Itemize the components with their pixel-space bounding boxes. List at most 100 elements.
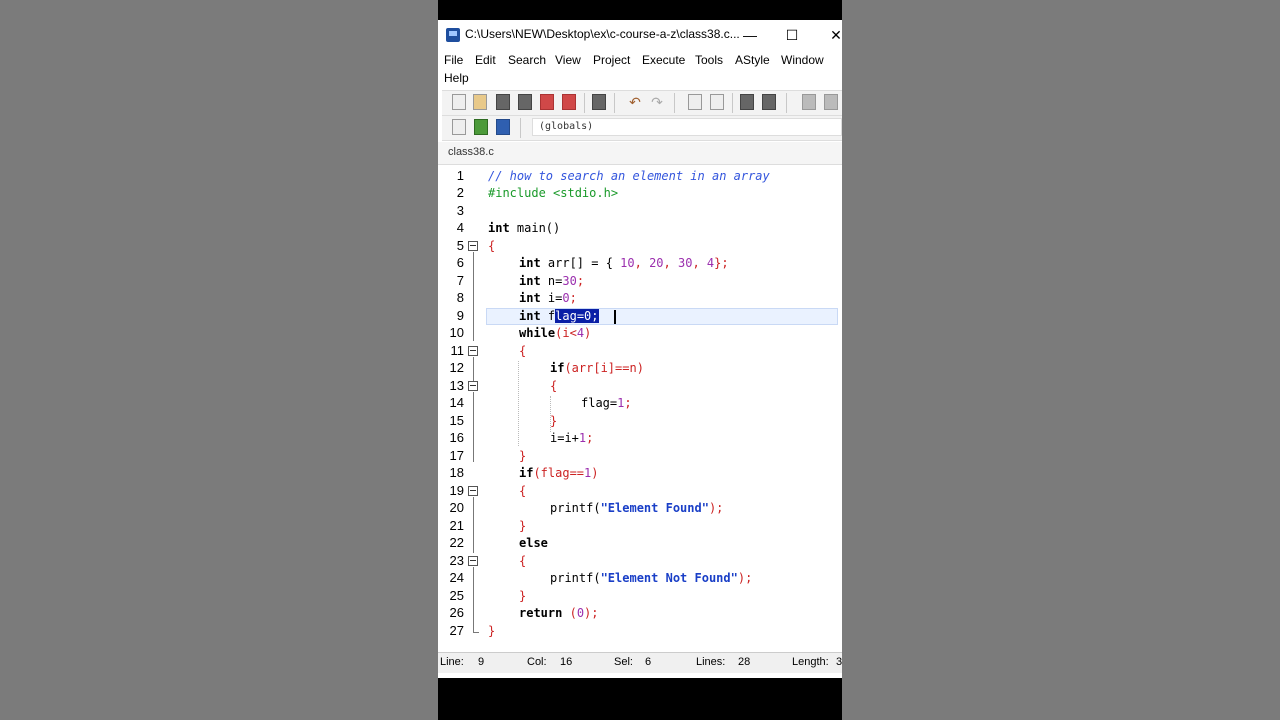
code-line-22: else <box>519 535 548 552</box>
unindent-icon[interactable] <box>762 94 776 110</box>
line-number: 10 <box>449 325 464 340</box>
line-number: 6 <box>456 255 464 270</box>
line-number: 15 <box>449 413 464 428</box>
close-file-icon[interactable] <box>540 94 554 110</box>
code-symbol: (i< <box>555 326 577 340</box>
fold-toggle-icon[interactable] <box>468 346 478 356</box>
close-all-icon[interactable] <box>562 94 576 110</box>
code-text: printf( <box>550 571 601 585</box>
code-symbol: , <box>663 256 678 270</box>
new-file-icon[interactable] <box>452 94 466 110</box>
code-editor[interactable]: 1 2 3 4 5 6 7 8 9 10 11 12 13 14 15 16 1… <box>438 166 842 646</box>
indent-guide <box>518 361 519 446</box>
code-preprocessor: #include <stdio.h> <box>488 186 619 200</box>
fold-toggle-icon[interactable] <box>468 556 478 566</box>
code-symbol: ( <box>562 606 577 620</box>
replace-icon[interactable] <box>710 94 724 110</box>
line-number: 27 <box>449 623 464 638</box>
indent-icon[interactable] <box>740 94 754 110</box>
save-icon[interactable] <box>496 94 510 110</box>
fold-line <box>473 422 474 462</box>
menu-astyle[interactable]: AStyle <box>735 53 770 67</box>
code-symbol: ); <box>708 501 724 515</box>
code-symbol: , <box>692 256 707 270</box>
menu-help[interactable]: Help <box>444 71 469 85</box>
fold-line <box>473 252 474 341</box>
compile-run-icon[interactable] <box>474 119 488 135</box>
fold-line <box>473 497 474 553</box>
code-brace: { <box>519 344 527 358</box>
code-number: 0 <box>576 606 585 620</box>
ide-window: C:\Users\NEW\Desktop\ex\c-course-a-z\cla… <box>438 20 842 678</box>
code-symbol: ); <box>737 571 753 585</box>
menu-file[interactable]: File <box>444 53 463 67</box>
code-brace: } <box>550 414 558 428</box>
menu-window[interactable]: Window <box>781 53 824 67</box>
save-all-icon[interactable] <box>518 94 532 110</box>
code-keyword: int <box>488 221 510 235</box>
menu-execute[interactable]: Execute <box>642 53 685 67</box>
line-number: 26 <box>449 605 464 620</box>
project-icon[interactable] <box>452 119 466 135</box>
close-button[interactable]: ✕ <box>824 24 842 46</box>
tab-class38[interactable]: class38.c <box>448 146 494 158</box>
code-keyword: int <box>519 274 541 288</box>
fold-toggle-icon[interactable] <box>468 381 478 391</box>
status-col-label: Col: <box>527 656 547 668</box>
line-number: 18 <box>449 465 464 480</box>
code-line-10: while(i<4) <box>519 325 591 342</box>
menu-search[interactable]: Search <box>508 53 546 67</box>
line-number: 4 <box>456 220 464 235</box>
fold-toggle-icon[interactable] <box>468 486 478 496</box>
line-number: 5 <box>456 238 464 253</box>
undo-icon[interactable]: ↶ <box>626 94 644 110</box>
redo-icon[interactable]: ↷ <box>648 94 666 110</box>
fold-line <box>473 392 474 422</box>
fold-toggle-icon[interactable] <box>468 241 478 251</box>
code-line-24: printf("Element Not Found"); <box>550 570 752 587</box>
line-number: 23 <box>449 553 464 568</box>
menu-edit[interactable]: Edit <box>475 53 496 67</box>
code-line-11: { <box>519 343 526 360</box>
line-number: 8 <box>456 290 464 305</box>
text-cursor-icon <box>614 310 616 324</box>
line-number: 12 <box>449 360 464 375</box>
toolbar-separator <box>614 93 615 113</box>
line-number: 7 <box>456 273 464 288</box>
find-icon[interactable] <box>688 94 702 110</box>
code-line-8: int i=0; <box>519 290 577 307</box>
back-icon[interactable] <box>802 94 816 110</box>
code-line-1: // how to search an element in an array <box>488 168 770 185</box>
scope-dropdown[interactable]: (globals) <box>532 118 842 136</box>
selected-text[interactable]: lag=0; <box>555 309 599 323</box>
code-text: flag= <box>581 396 618 410</box>
code-line-21: } <box>519 518 526 535</box>
menu-tools[interactable]: Tools <box>695 53 723 67</box>
code-symbol: ; <box>576 274 585 288</box>
bookmark-icon[interactable] <box>496 119 510 135</box>
code-brace: } <box>519 449 527 463</box>
forward-icon[interactable] <box>824 94 838 110</box>
code-line-19: { <box>519 483 526 500</box>
right-background <box>842 0 1280 720</box>
code-line-6: int arr[] = { 10, 20, 30, 4}; <box>519 255 729 272</box>
code-text: i= <box>540 291 563 305</box>
fold-line-end <box>473 632 479 633</box>
maximize-button[interactable]: ☐ <box>780 24 804 46</box>
menu-project[interactable]: Project <box>593 53 630 67</box>
status-sel-label: Sel: <box>614 656 633 668</box>
code-line-23: { <box>519 553 526 570</box>
open-file-icon[interactable] <box>473 94 487 110</box>
main-toolbar: ↶ ↷ <box>442 90 842 116</box>
code-symbol: ) <box>584 326 592 340</box>
minimize-button[interactable]: — <box>738 24 762 46</box>
code-symbol: (flag== <box>533 466 585 480</box>
menu-view[interactable]: View <box>555 53 581 67</box>
code-line-20: printf("Element Found"); <box>550 500 723 517</box>
line-number: 1 <box>456 168 464 183</box>
code-symbol: }; <box>714 256 729 270</box>
print-icon[interactable] <box>592 94 606 110</box>
code-keyword: if <box>550 361 565 375</box>
status-lines-value: 28 <box>738 656 751 668</box>
line-number: 13 <box>449 378 464 393</box>
